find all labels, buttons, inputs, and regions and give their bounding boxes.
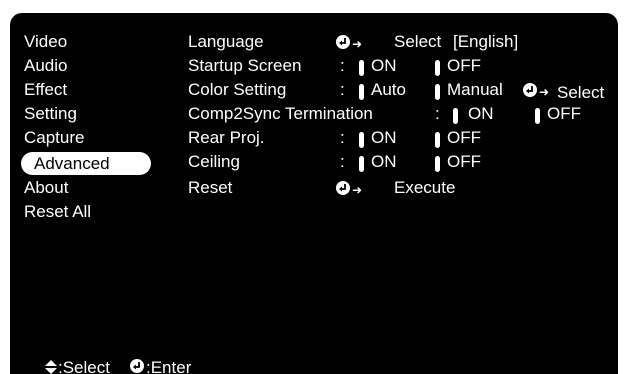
- color-setting-colon: :: [340, 80, 345, 99]
- enter-icon: [336, 181, 350, 195]
- footer-enter-hint: :Enter: [146, 358, 192, 374]
- arrow-right-icon: ➜: [539, 85, 550, 99]
- menu-item-video[interactable]: Video: [24, 32, 67, 52]
- ceiling-on-option[interactable]: ON: [371, 152, 397, 172]
- reset-execute-button[interactable]: Execute: [394, 178, 455, 198]
- startup-screen-colon: :: [340, 56, 345, 75]
- color-setting-label: Color Setting: [188, 80, 287, 99]
- footer-select-hint: :Select: [58, 358, 110, 374]
- comp2sync-off-selector[interactable]: [535, 108, 540, 124]
- comp2sync-off-option[interactable]: OFF: [547, 104, 581, 124]
- menu-item-audio[interactable]: Audio: [24, 56, 67, 76]
- comp2sync-on-option[interactable]: ON: [468, 104, 494, 124]
- ceiling-off-option[interactable]: OFF: [447, 152, 481, 172]
- rear-proj-label: Rear Proj.: [188, 128, 265, 147]
- menu-item-about[interactable]: About: [24, 178, 68, 198]
- projector-osd-screen: Video Audio Effect Setting Capture Advan…: [10, 13, 618, 374]
- rear-proj-off-option[interactable]: OFF: [447, 128, 481, 148]
- ceiling-label: Ceiling: [188, 152, 240, 171]
- enter-icon: [523, 83, 537, 97]
- rear-proj-off-selector[interactable]: [435, 132, 440, 148]
- menu-item-setting[interactable]: Setting: [24, 104, 77, 124]
- rear-proj-colon: :: [340, 128, 345, 147]
- arrow-right-icon: ➜: [352, 37, 363, 51]
- up-down-icon: [45, 360, 57, 374]
- menu-item-effect[interactable]: Effect: [24, 80, 67, 100]
- reset-label: Reset: [188, 178, 233, 197]
- color-auto-option[interactable]: Auto: [371, 80, 406, 100]
- rear-proj-on-selector[interactable]: [359, 132, 364, 148]
- menu-item-capture[interactable]: Capture: [24, 128, 84, 148]
- language-select-button[interactable]: Select: [394, 32, 441, 52]
- language-label: Language: [188, 32, 264, 51]
- comp2sync-colon: :: [435, 104, 440, 123]
- startup-off-option[interactable]: OFF: [447, 56, 481, 76]
- startup-screen-label: Startup Screen: [188, 56, 302, 75]
- startup-on-option[interactable]: ON: [371, 56, 397, 76]
- color-manual-selector[interactable]: [435, 84, 440, 100]
- color-auto-selector[interactable]: [359, 84, 364, 100]
- enter-icon: [130, 359, 144, 373]
- ceiling-off-selector[interactable]: [435, 156, 440, 172]
- comp2sync-label: Comp2Sync Termination: [188, 104, 373, 123]
- ceiling-colon: :: [340, 152, 345, 171]
- color-setting-select-button[interactable]: Select: [557, 83, 604, 103]
- ceiling-on-selector[interactable]: [359, 156, 364, 172]
- color-manual-option[interactable]: Manual: [447, 80, 503, 100]
- startup-on-selector[interactable]: [359, 60, 364, 76]
- menu-item-advanced[interactable]: Advanced: [21, 152, 151, 175]
- menu-item-reset-all[interactable]: Reset All: [24, 202, 91, 222]
- enter-icon: [336, 35, 350, 49]
- comp2sync-on-selector[interactable]: [453, 108, 458, 124]
- language-value: [English]: [453, 32, 519, 51]
- arrow-right-icon: ➜: [352, 183, 363, 197]
- startup-off-selector[interactable]: [435, 60, 440, 76]
- rear-proj-on-option[interactable]: ON: [371, 128, 397, 148]
